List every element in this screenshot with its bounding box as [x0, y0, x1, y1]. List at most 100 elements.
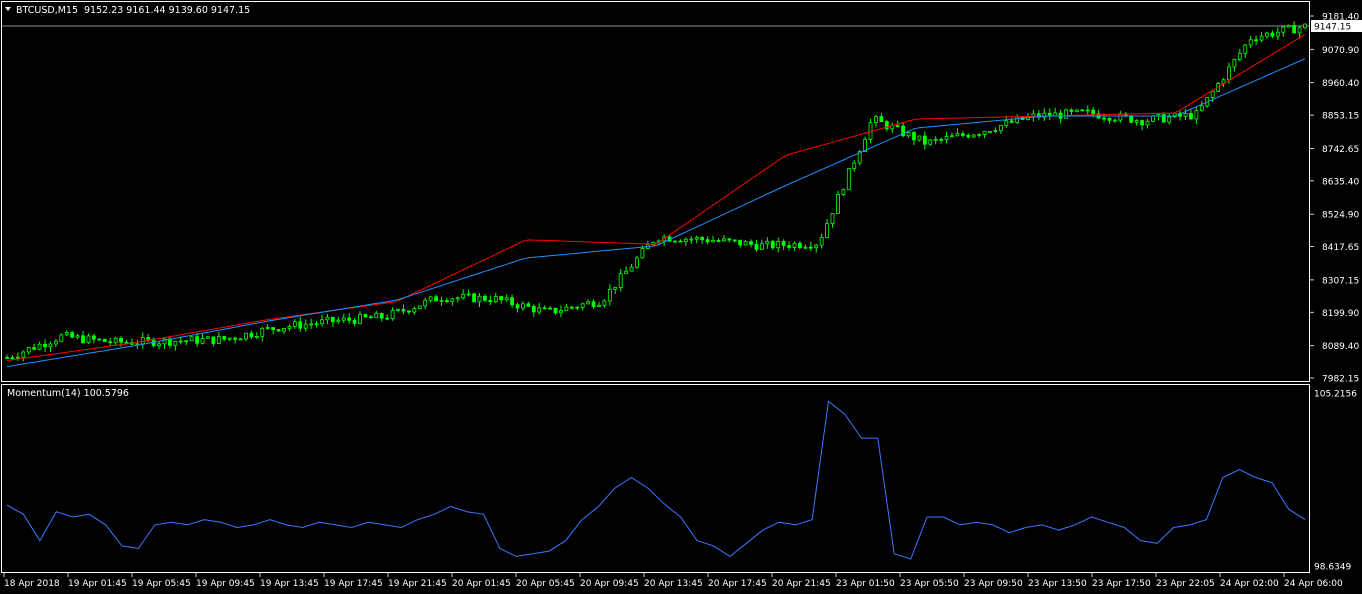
candle-body	[249, 332, 254, 338]
candle-body	[1189, 113, 1193, 120]
candle-body	[70, 332, 75, 338]
candle-body	[195, 336, 199, 344]
x-tick-label: 18 Apr 2018	[4, 579, 60, 589]
candle-body	[1069, 109, 1074, 112]
candle-body	[10, 357, 15, 360]
x-tick-label: 20 Apr 05:45	[516, 579, 575, 589]
candle-body	[330, 316, 335, 323]
candle-body	[124, 341, 129, 344]
candle-body	[200, 338, 205, 344]
candle-body	[531, 305, 536, 313]
candle-body	[846, 167, 851, 191]
x-tick-label: 23 Apr 17:50	[1092, 579, 1151, 589]
candle-body	[1303, 23, 1307, 29]
candle-body	[493, 296, 498, 303]
candle-body	[450, 298, 455, 303]
momentum-tick-label: 105.2156	[1314, 390, 1357, 400]
candle-body	[1183, 113, 1188, 117]
ma-slow-line	[6, 58, 1306, 368]
candle-body	[852, 162, 857, 169]
candle-body	[385, 317, 390, 320]
candle-body	[597, 304, 601, 307]
candle-body	[1270, 32, 1275, 37]
candle-body	[521, 303, 525, 309]
price-tick-label: 8307.15	[1322, 276, 1359, 286]
candle-body	[971, 134, 976, 138]
candle-body	[1015, 116, 1020, 123]
chart-canvas[interactable]: BTCUSD,M15 9152.23 9161.44 9139.60 9147.…	[0, 0, 1362, 594]
candle-body	[624, 270, 629, 275]
candle-body	[770, 241, 775, 249]
x-tick-label: 23 Apr 09:50	[964, 579, 1023, 589]
candle-body	[379, 312, 384, 319]
candle-body	[292, 321, 297, 327]
candle-body	[721, 238, 726, 242]
candle-body	[982, 131, 987, 135]
candle-body	[352, 319, 357, 324]
x-tick-label: 24 Apr 02:00	[1220, 579, 1279, 589]
candle-body	[1265, 32, 1269, 37]
candle-body	[466, 293, 471, 296]
candle-body	[841, 189, 846, 195]
momentum-tick-label: 98.6349	[1314, 563, 1351, 573]
candle-body	[184, 340, 189, 343]
candle-body	[206, 336, 210, 339]
candle-body	[711, 240, 715, 243]
candle-body	[428, 296, 433, 301]
candle-body	[472, 293, 476, 303]
candle-body	[423, 299, 428, 307]
candle-body	[564, 306, 569, 312]
candle-body	[607, 288, 612, 302]
candle-body	[1102, 117, 1106, 120]
candle-body	[510, 297, 514, 306]
x-tick-label: 19 Apr 09:45	[196, 579, 255, 589]
candle-body	[86, 335, 91, 344]
candle-body	[216, 336, 221, 344]
candle-body	[1227, 66, 1231, 81]
momentum-header: Momentum(14) 100.5796	[7, 388, 129, 399]
candle-body	[553, 307, 558, 314]
candle-body	[1074, 109, 1079, 112]
candle-body	[119, 337, 123, 343]
candle-body	[1091, 109, 1096, 115]
momentum-line	[6, 400, 1306, 560]
candle-body	[108, 341, 113, 344]
candle-body	[238, 338, 243, 341]
price-tick-label: 8524.90	[1322, 211, 1359, 221]
x-tick-label: 19 Apr 17:45	[324, 579, 383, 589]
momentum-series	[6, 400, 1306, 560]
candle-body	[912, 132, 916, 141]
candle-body	[1286, 25, 1291, 28]
candle-body	[792, 242, 797, 248]
candle-body	[580, 303, 585, 308]
candle-body	[640, 248, 645, 259]
candle-body	[776, 240, 781, 249]
candle-body	[738, 239, 743, 246]
candle-body	[787, 245, 791, 248]
triangle-down-icon[interactable]	[5, 7, 11, 11]
candle-body	[749, 241, 753, 245]
candle-body	[1134, 120, 1139, 123]
candle-body	[1237, 52, 1242, 60]
candle-body	[244, 332, 248, 340]
candle-body	[265, 327, 270, 329]
candle-body	[1004, 120, 1009, 126]
price-tick-label: 9070.90	[1322, 46, 1359, 56]
candle-body	[1145, 120, 1150, 126]
price-tick-label: 8199.90	[1322, 309, 1359, 319]
candle-body	[157, 343, 161, 347]
current-price-marker: 9147.15	[1311, 20, 1362, 33]
candle-body	[939, 138, 944, 141]
candle-body	[254, 335, 259, 338]
candle-body	[678, 240, 683, 243]
candle-body	[895, 125, 900, 128]
candle-body	[998, 124, 1003, 132]
price-tick-label: 8960.40	[1322, 79, 1359, 89]
candle-body	[1085, 109, 1090, 112]
candle-body	[390, 310, 395, 320]
candle-body	[276, 329, 281, 332]
candle-body	[586, 301, 591, 305]
candle-body	[694, 237, 699, 240]
candle-body	[819, 237, 824, 246]
candle-body	[705, 239, 710, 243]
